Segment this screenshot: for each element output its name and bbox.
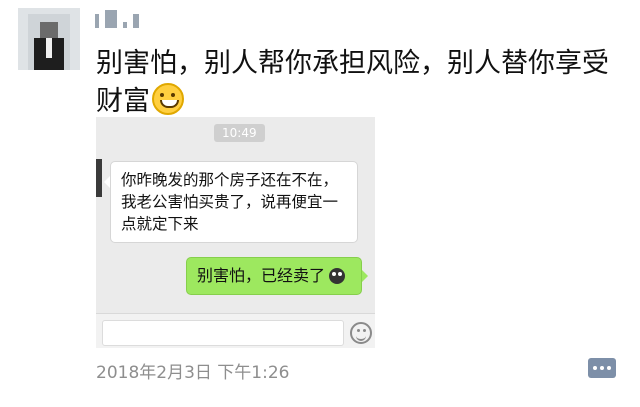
incoming-message-text: 你昨晚发的那个房子还在不在，我老公害怕买贵了，说再便宜一点就定下来 [121, 171, 339, 233]
smiley-icon[interactable] [350, 322, 372, 344]
comment-icon[interactable] [588, 358, 616, 378]
outgoing-message-bubble: 别害怕，已经卖了 [186, 257, 368, 295]
author-name[interactable] [95, 10, 139, 28]
chat-time: 10:49 [214, 124, 265, 142]
incoming-message-bubble: 你昨晚发的那个房子还在不在，我老公害怕买贵了，说再便宜一点就定下来 [104, 161, 358, 243]
post-timestamp: 2018年2月3日 下午1:26 [96, 363, 290, 383]
chat-screenshot[interactable]: 10:49 你昨晚发的那个房子还在不在，我老公害怕买贵了，说再便宜一点就定下来 … [96, 117, 375, 348]
monkey-face-icon [329, 268, 346, 284]
post-text: 别害怕，别人帮你承担风险，别人替你享受财富 [96, 45, 626, 121]
outgoing-message-text: 别害怕，已经卖了 [197, 266, 326, 285]
contact-avatar-partial [96, 159, 102, 197]
chat-input[interactable] [102, 320, 344, 346]
author-avatar[interactable] [18, 8, 80, 70]
grinning-face-icon [152, 83, 184, 115]
